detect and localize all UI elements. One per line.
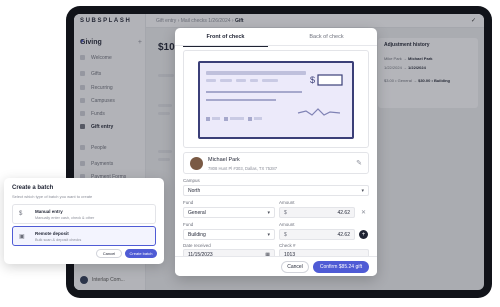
payer-card[interactable]: Michael Park 7808 Hunt Pl #303, Dallas, … <box>183 152 369 174</box>
check-image-area: $ <box>183 50 369 148</box>
batch-cancel-button[interactable]: Cancel <box>96 249 122 258</box>
fund-select[interactable]: Building ▾ <box>183 229 275 240</box>
check-image: $ <box>198 61 354 139</box>
chevron-down-icon: ▾ <box>267 209 270 216</box>
tab-front-of-check[interactable]: Front of check <box>175 28 276 47</box>
cancel-button[interactable]: Cancel <box>281 261 309 273</box>
create-batch-button[interactable]: Create batch <box>125 249 157 258</box>
fund-select[interactable]: General ▾ <box>183 207 275 218</box>
check-illustration: $ <box>206 71 343 121</box>
payer-avatar <box>190 157 203 170</box>
tab-back-of-check[interactable]: Back of check <box>276 28 377 46</box>
batch-card-subtitle: Select which type of batch you want to c… <box>12 194 93 199</box>
chevron-down-icon: ▾ <box>267 231 270 238</box>
amount-input[interactable]: $ 42.62 <box>279 207 355 218</box>
campus-label: Campus <box>183 178 200 183</box>
payer-name: Michael Park <box>208 157 240 163</box>
payer-address: 7808 Hunt Pl #303, Dallas, TX 75287 <box>208 166 278 171</box>
amount-label: Amount <box>279 222 295 227</box>
modal-footer: Cancel Confirm $85.24 gift <box>175 256 377 276</box>
close-icon[interactable]: ✕ <box>359 208 368 217</box>
add-fund-icon[interactable]: + <box>359 230 368 239</box>
create-batch-card: Create a batch Select which type of batc… <box>4 178 164 264</box>
scan-icon: ▣ <box>19 234 25 240</box>
dollar-icon: $ <box>19 211 23 217</box>
check-tabs: Front of check Back of check <box>175 28 377 47</box>
svg-text:$: $ <box>310 75 315 85</box>
fund-label: Fund <box>183 200 194 205</box>
amount-input[interactable]: $ 42.62 <box>279 229 355 240</box>
batch-option-remote-deposit[interactable]: ▣ Remote deposit Bulk scan & deposit che… <box>12 226 156 246</box>
pencil-icon[interactable]: ✎ <box>356 159 362 167</box>
campus-select[interactable]: North ▾ <box>183 185 369 196</box>
gift-edit-modal: Front of check Back of check $ Michael P… <box>175 28 377 276</box>
chevron-down-icon: ▾ <box>361 187 364 194</box>
confirm-gift-button[interactable]: Confirm $85.24 gift <box>313 261 369 273</box>
batch-option-manual[interactable]: $ Manual entry Manually enter cash, chec… <box>12 204 156 224</box>
batch-card-title: Create a batch <box>12 185 54 191</box>
date-received-label: Date received <box>183 243 211 248</box>
fund-label: Fund <box>183 222 194 227</box>
amount-label: Amount <box>279 200 295 205</box>
check-number-label: Check # <box>279 243 296 248</box>
